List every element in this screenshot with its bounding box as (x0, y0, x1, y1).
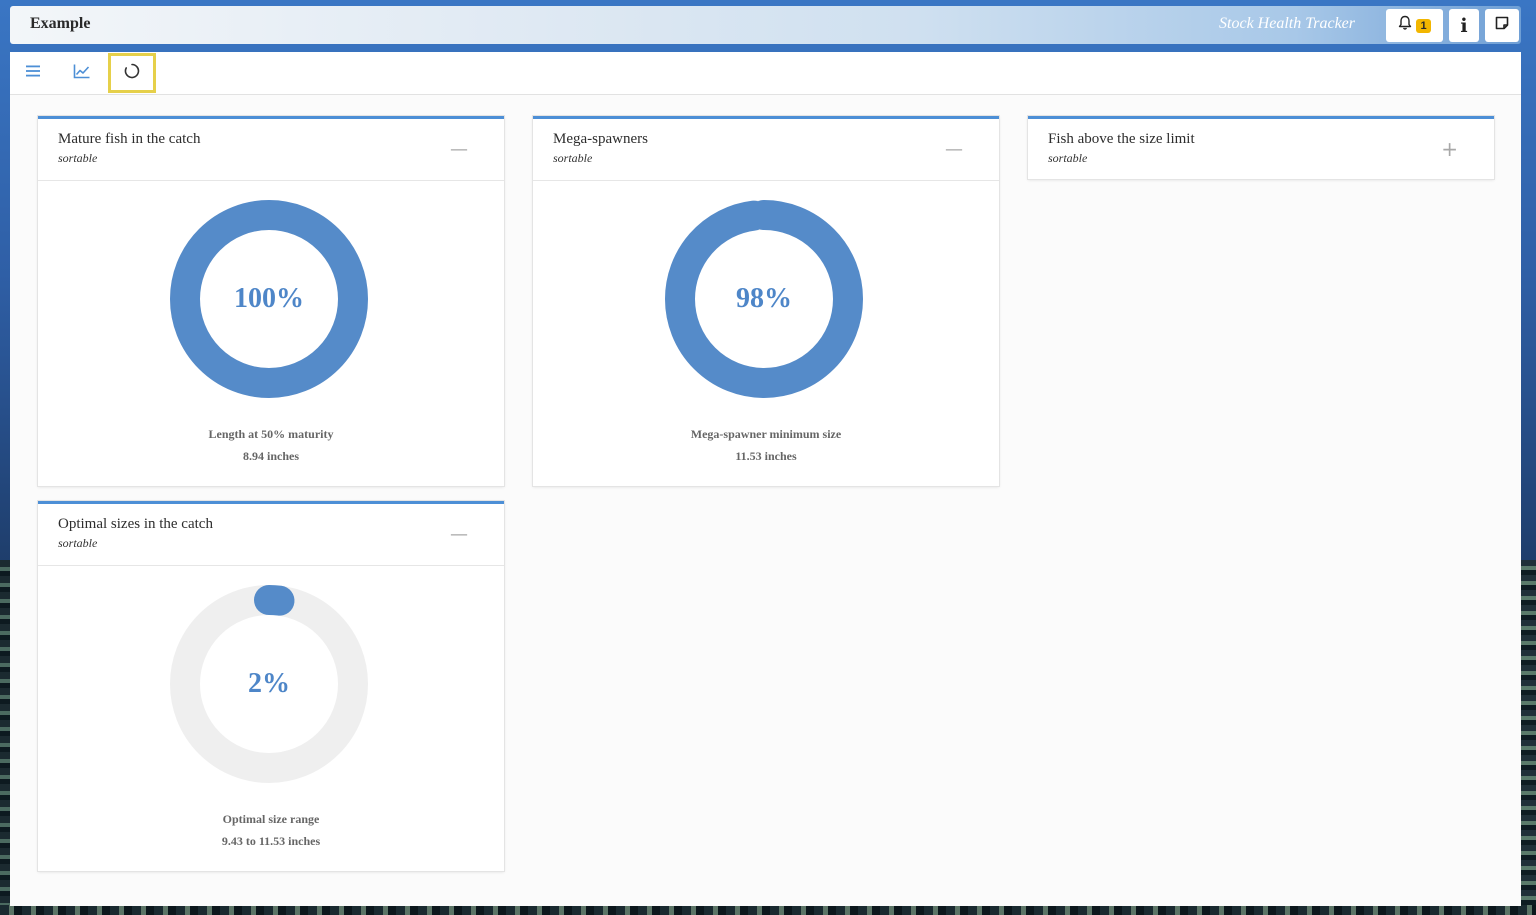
card-header[interactable]: Fish above the size limit sortable + (1028, 119, 1494, 181)
collapse-button[interactable]: — (450, 139, 468, 160)
line-chart-icon (73, 63, 91, 84)
info-button[interactable]: i (1449, 9, 1479, 42)
stat-value: 9.43 to 11.53 inches (221, 834, 321, 848)
refresh-button[interactable] (108, 53, 156, 93)
percent-label: 98% (736, 283, 792, 314)
note-icon (1494, 15, 1510, 36)
donut-chart: 98% (664, 199, 864, 399)
card-optimal-sizes: Optimal sizes in the catch sortable — 2%… (38, 501, 504, 871)
card-header[interactable]: Optimal sizes in the catch sortable — (38, 504, 504, 566)
expand-button[interactable]: + (1441, 137, 1458, 161)
card-subtitle: sortable (58, 536, 98, 550)
refresh-circle-icon (123, 62, 141, 85)
card-subtitle: sortable (58, 151, 98, 165)
stat-name: Optimal size range (222, 812, 320, 826)
stat-value: 11.53 inches (735, 449, 797, 463)
donut-chart: 2% (169, 584, 369, 784)
card-header[interactable]: Mature fish in the catch sortable — (38, 119, 504, 181)
chart-view-button[interactable] (60, 54, 104, 92)
notifications-button[interactable]: 1 (1386, 9, 1443, 42)
stat-value: 8.94 inches (242, 449, 299, 463)
notes-button[interactable] (1485, 9, 1519, 42)
menu-button[interactable] (11, 54, 55, 92)
card-subtitle: sortable (553, 151, 593, 165)
background-reef-right (1520, 560, 1536, 915)
info-icon: i (1460, 14, 1468, 37)
percent-label: 100% (234, 283, 304, 314)
card-title: Mega-spawners (553, 131, 648, 147)
background-reef-bottom (0, 905, 1536, 915)
main-panel: Mature fish in the catch sortable — 100%… (10, 52, 1521, 906)
bell-icon (1398, 15, 1412, 36)
collapse-button[interactable]: — (450, 524, 468, 545)
card-header[interactable]: Mega-spawners sortable — (533, 119, 999, 181)
menu-icon (25, 64, 41, 83)
toolbar (10, 52, 1521, 95)
notification-count-badge: 1 (1416, 18, 1431, 33)
donut-chart: 100% (169, 199, 369, 399)
card-mega-spawners: Mega-spawners sortable — 98% Mega-spawne… (533, 116, 999, 486)
percent-label: 2% (248, 668, 290, 699)
app-header: Example Stock Health Tracker 1 i (10, 6, 1521, 44)
stat-name: Mega-spawner minimum size (690, 427, 842, 441)
app-subtitle: Stock Health Tracker (1219, 15, 1355, 32)
card-title: Fish above the size limit (1048, 131, 1195, 147)
stat-name: Length at 50% maturity (208, 427, 334, 441)
card-above-size-limit: Fish above the size limit sortable + (1028, 116, 1494, 179)
app-title: Example (30, 15, 91, 32)
card-title: Optimal sizes in the catch (58, 516, 213, 532)
collapse-button[interactable]: — (945, 139, 963, 160)
card-mature-fish: Mature fish in the catch sortable — 100%… (38, 116, 504, 486)
card-subtitle: sortable (1048, 151, 1088, 165)
card-title: Mature fish in the catch (58, 131, 201, 147)
